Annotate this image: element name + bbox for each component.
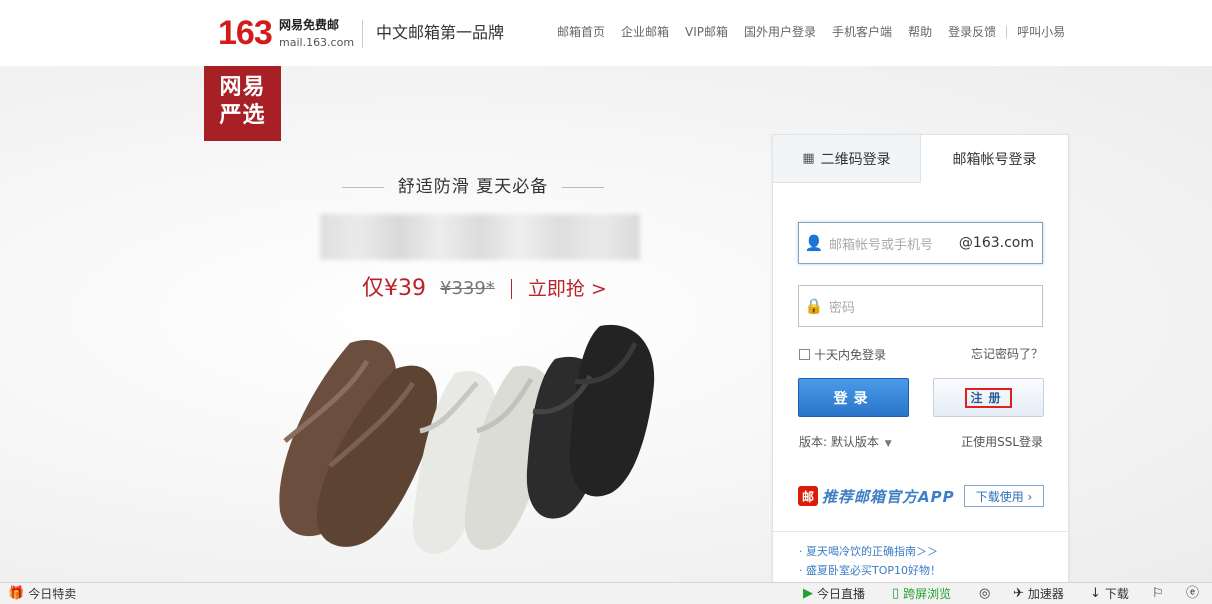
blurred-subtitle [320,214,640,260]
nav-enterprise-mail[interactable]: 企业邮箱 [621,24,669,40]
top-header: 163 网易免费邮 mail.163.com 中文邮箱第一品牌 邮箱首页 企业邮… [0,0,1212,66]
tab-account-label: 邮箱帐号登录 [952,152,1037,168]
login-tabs: ▦ 二维码登录 邮箱帐号登录 [773,135,1068,183]
caret-down-icon: ▼ [884,439,892,449]
accelerator-label: 加速器 [1027,587,1064,601]
title-line-left [342,187,384,188]
lock-icon: 🔒 [804,297,824,315]
news-item[interactable]: · 夏天喝冷饮的正确指南＞＞ [799,542,1068,561]
flip-flops-image[interactable] [255,321,725,561]
login-panel: ▦ 二维码登录 邮箱帐号登录 👤 邮箱帐号或手机号 @163.com 🔒 密码 … [772,134,1069,583]
browser-status-bar: 🎁 今日特卖 ▶ 今日直播 ▯ 跨屏浏览 ◎ ✈ 加速器 ↓ 下载 ⚐ ⓔ [0,582,1212,604]
black-flip-flops [526,324,655,519]
ie-button[interactable]: ⓔ [1186,586,1203,602]
yanxuan-line2: 严选 [219,103,266,128]
logo-divider [362,20,363,48]
logo-cn-text[interactable]: 网易免费邮 [279,18,339,32]
ie-icon: ⓔ [1186,586,1200,601]
accelerator-button[interactable]: ✈ 加速器 [1013,586,1064,602]
nav-mail-home[interactable]: 邮箱首页 [557,24,605,40]
version-label: 版本: 默认版本 [799,435,879,449]
live-label: 今日直播 [817,587,866,601]
remember-checkbox[interactable] [799,349,810,360]
compass-button[interactable]: ◎ [979,586,994,602]
compass-icon: ◎ [979,586,991,601]
app-promo: 邮 推荐邮箱官方APP 下载使用 › [798,483,1044,509]
version-select[interactable]: 版本: 默认版本 ▼ [799,433,892,450]
phone-icon: ▯ [892,586,900,601]
account-field[interactable]: 👤 邮箱帐号或手机号 @163.com [798,222,1043,264]
flag-button[interactable]: ⚐ [1152,586,1168,602]
download-arrow-icon: ↓ [1090,586,1101,601]
promo-title: 舒适防滑 夏天必备 [397,177,549,197]
register-button[interactable]: 注册 [933,378,1044,417]
nav-overseas-login[interactable]: 国外用户登录 [744,24,816,40]
tab-qr-login[interactable]: ▦ 二维码登录 [773,135,921,183]
news-item[interactable]: · 盛夏卧室必买TOP10好物！ [799,561,1068,580]
nav-help[interactable]: 帮助 [908,24,932,40]
news-list: · 夏天喝冷饮的正确指南＞＞ · 盛夏卧室必买TOP10好物！ [773,531,1068,583]
nav-login-feedback[interactable]: 登录反馈 [948,24,996,40]
flag-icon: ⚐ [1152,586,1164,601]
qr-code-icon: ▦ [802,151,815,166]
title-line-right [562,187,604,188]
yanxuan-line1: 网易 [219,75,266,100]
tab-account-login[interactable]: 邮箱帐号登录 [921,135,1068,183]
tab-qr-label: 二维码登录 [820,151,891,168]
account-domain-suffix: @163.com [958,235,1034,251]
play-icon: ▶ [803,586,813,601]
nav-mobile-client[interactable]: 手机客户端 [832,24,892,40]
nav-call-xiaoyi[interactable]: 呼叫小易 [1017,24,1065,40]
login-button[interactable]: 登录 [798,378,909,417]
user-icon: 👤 [804,234,824,252]
nav-divider [1006,26,1008,38]
daily-deals-button[interactable]: 🎁 今日特卖 [8,586,76,602]
buy-now-link[interactable]: 立即抢 > [528,275,607,303]
nav-vip-mail[interactable]: VIP邮箱 [685,24,728,40]
download-label: 下载 [1104,587,1129,601]
forgot-password-link[interactable]: 忘记密码了？ [971,345,1043,362]
top-nav: 邮箱首页 企业邮箱 VIP邮箱 国外用户登录 手机客户端 帮助 登录反馈 呼叫小… [557,24,1081,40]
account-placeholder: 邮箱帐号或手机号 [829,237,934,253]
mail-app-icon: 邮 [798,486,818,506]
yanxuan-logo[interactable]: 网易 严选 [204,66,281,141]
remember-label: 十天内免登录 [814,348,887,362]
app-promo-text: 推荐邮箱官方APP [822,487,955,506]
register-label: 注册 [965,387,1012,408]
brown-flip-flops [279,340,438,547]
cross-screen-button[interactable]: ▯ 跨屏浏览 [892,586,951,602]
price-divider [510,279,512,299]
price-row: 仅¥39 ¥339* 立即抢 > [362,274,607,304]
slogan: 中文邮箱第一品牌 [376,23,505,42]
download-button[interactable]: ↓ 下载 [1090,586,1129,602]
daily-deals-label: 今日特卖 [28,587,77,601]
price-now: 仅¥39 [362,276,426,301]
cross-screen-label: 跨屏浏览 [903,587,952,601]
download-app-button[interactable]: 下载使用 › [964,485,1044,507]
ssl-login-link[interactable]: 正使用SSL登录 [961,433,1043,450]
logo-163[interactable]: 163 [218,14,273,52]
password-field[interactable]: 🔒 密码 [798,285,1043,327]
live-button[interactable]: ▶ 今日直播 [803,586,865,602]
price-old: ¥339* [440,278,495,299]
password-placeholder: 密码 [829,300,856,316]
rocket-icon: ✈ [1013,586,1024,601]
logo-domain-text[interactable]: mail.163.com [279,36,354,49]
gift-icon: 🎁 [8,586,25,601]
remember-login[interactable]: 十天内免登录 [799,346,886,363]
